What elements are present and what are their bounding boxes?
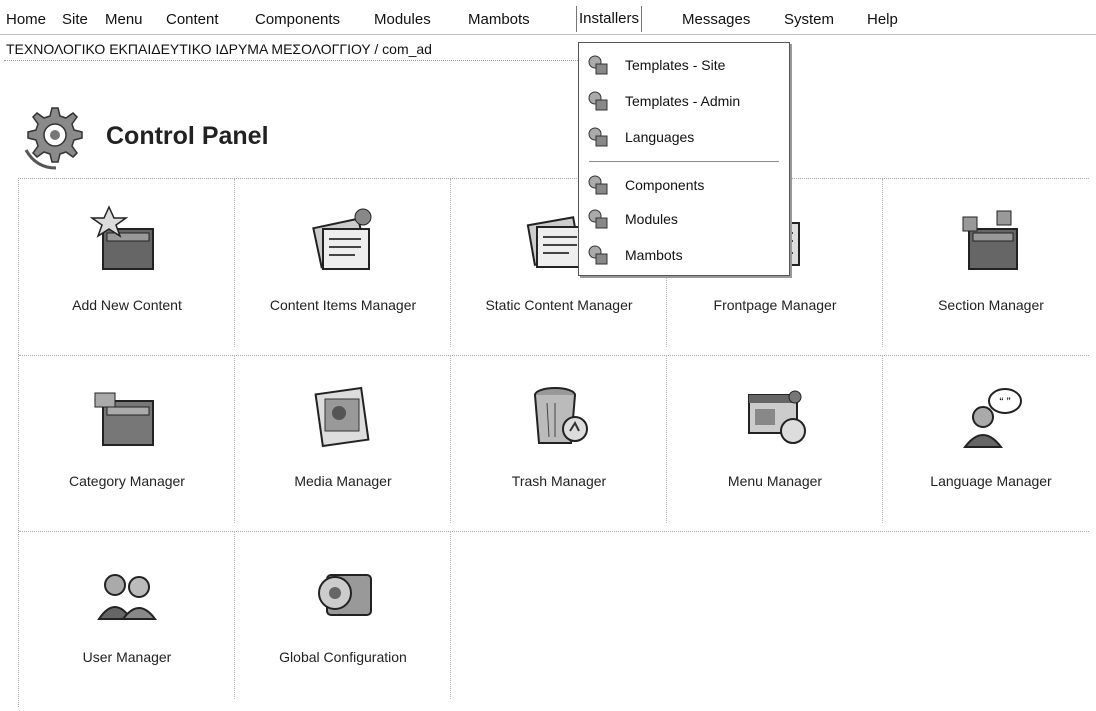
cell-label: Content Items Manager <box>269 297 417 313</box>
breadcrumb[interactable]: ΤΕΧΝΟΛΟΓΙΚΟ ΕΚΠΑΙΔΕΥΤΙΚΟ ΙΔΡΥΜΑ ΜΕΣΟΛΟΓΓ… <box>6 41 578 57</box>
menu-help[interactable]: Help <box>867 10 898 30</box>
menu-installers[interactable]: Installers <box>576 6 643 32</box>
installer-icon <box>588 175 608 195</box>
dropdown-item-languages[interactable]: Languages <box>579 119 789 155</box>
dropdown-item-components[interactable]: Components <box>579 167 789 203</box>
menu-content[interactable]: Content <box>166 10 219 30</box>
dropdown-item-templates-admin[interactable]: Templates - Admin <box>579 83 789 119</box>
menu-home[interactable]: Home <box>6 10 46 30</box>
cell-label: Frontpage Manager <box>713 297 837 313</box>
section-icon <box>962 210 1018 270</box>
cell-label: User Manager <box>82 649 172 665</box>
language-icon: “ ” <box>962 388 1022 448</box>
page-title: Control Panel <box>106 122 269 150</box>
top-menu-bar: Home Site Menu Content Components Module… <box>0 0 1096 35</box>
installer-icon <box>588 127 608 147</box>
dropdown-item-templates-site[interactable]: Templates - Site <box>579 47 789 83</box>
installers-dropdown: Templates - Site Templates - Admin Langu… <box>578 42 790 276</box>
dropdown-item-label: Languages <box>625 129 695 145</box>
global-configuration-button[interactable]: Global Configuration <box>235 531 451 699</box>
installer-icon <box>588 55 608 75</box>
cell-label: Category Manager <box>69 473 185 489</box>
section-manager-button[interactable]: Section Manager <box>883 179 1096 347</box>
control-panel-grid: Add New Content Content Items Manager St… <box>18 178 1089 707</box>
dropdown-separator <box>589 161 779 162</box>
menu-manager-button[interactable]: Menu Manager <box>667 355 883 523</box>
cell-label: Global Configuration <box>279 649 407 665</box>
cell-label: Menu Manager <box>727 473 823 489</box>
category-icon <box>94 392 154 446</box>
menu-system[interactable]: System <box>784 10 834 30</box>
cell-label: Section Manager <box>938 297 1044 313</box>
gear-icon <box>24 107 83 170</box>
installer-icon <box>588 91 608 111</box>
svg-text:“ ”: “ ” <box>999 395 1010 409</box>
cell-label: Static Content Manager <box>485 297 633 313</box>
user-manager-button[interactable]: User Manager <box>19 531 235 699</box>
category-manager-button[interactable]: Category Manager <box>19 355 235 523</box>
config-icon <box>318 574 372 616</box>
installer-icon <box>588 245 608 265</box>
add-content-icon <box>89 205 154 270</box>
dropdown-item-mambots[interactable]: Mambots <box>579 237 789 273</box>
dropdown-item-label: Mambots <box>625 247 683 263</box>
dropdown-item-label: Components <box>625 177 705 193</box>
menu-messages[interactable]: Messages <box>682 10 750 30</box>
add-new-content-button[interactable]: Add New Content <box>19 179 235 347</box>
dropdown-item-label: Templates - Site <box>625 57 726 73</box>
trash-icon <box>534 387 588 444</box>
media-manager-button[interactable]: Media Manager <box>235 355 451 523</box>
cell-label: Trash Manager <box>511 473 607 489</box>
menu-components[interactable]: Components <box>255 10 340 30</box>
dropdown-item-label: Templates - Admin <box>625 93 741 109</box>
media-icon <box>314 386 370 448</box>
content-items-manager-button[interactable]: Content Items Manager <box>235 179 451 347</box>
language-manager-button[interactable]: “ ” Language Manager <box>883 355 1096 523</box>
content-items-icon <box>312 208 372 270</box>
menu-site[interactable]: Site <box>62 10 88 30</box>
menu-modules[interactable]: Modules <box>374 10 431 30</box>
dropdown-item-modules[interactable]: Modules <box>579 201 789 237</box>
menu-icon <box>748 390 806 444</box>
installer-icon <box>588 209 608 229</box>
trash-manager-button[interactable]: Trash Manager <box>451 355 667 523</box>
dropdown-item-label: Modules <box>625 211 678 227</box>
menu-menu[interactable]: Menu <box>105 10 143 30</box>
users-icon <box>97 574 157 620</box>
menu-mambots[interactable]: Mambots <box>468 10 530 30</box>
cell-label: Add New Content <box>72 297 182 313</box>
cell-label: Language Manager <box>930 473 1052 489</box>
cell-label: Media Manager <box>294 473 392 489</box>
